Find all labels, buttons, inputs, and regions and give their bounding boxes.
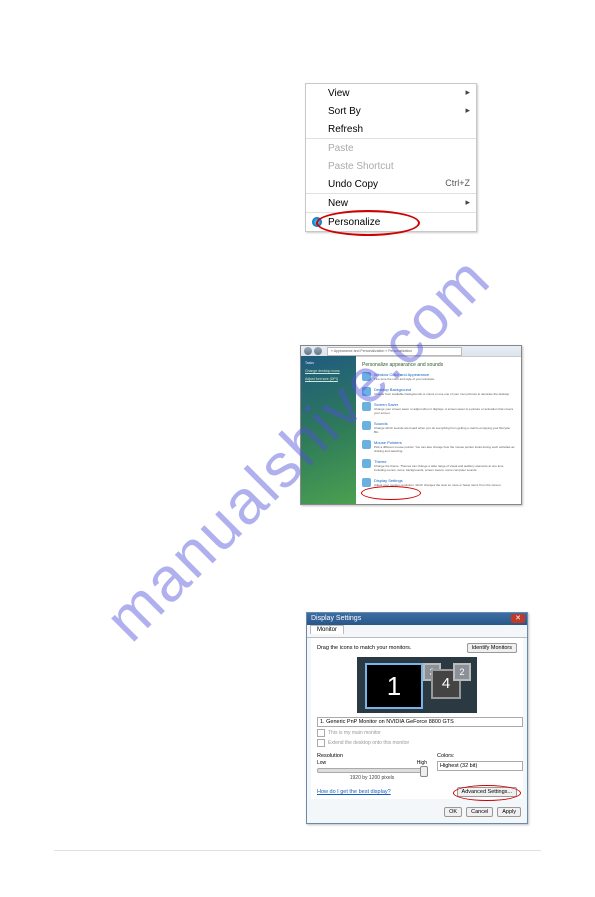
- slider-thumb[interactable]: [420, 766, 428, 777]
- monitor-1[interactable]: 1: [365, 663, 423, 709]
- highlight-circle: [361, 486, 421, 500]
- ok-button[interactable]: OK: [444, 807, 462, 817]
- main-panel: Personalize appearance and sounds Window…: [356, 356, 521, 504]
- checkbox-main-monitor: This is my main monitor: [317, 729, 517, 737]
- forward-button[interactable]: [314, 347, 322, 355]
- menu-new[interactable]: New: [306, 194, 476, 212]
- identify-button[interactable]: Identify Monitors: [467, 643, 517, 653]
- footer-rule: [54, 850, 541, 851]
- panel-heading: Personalize appearance and sounds: [362, 362, 515, 368]
- checkbox-icon: [317, 739, 325, 747]
- screensaver-icon: [362, 402, 371, 411]
- menu-label: Undo Copy: [328, 179, 378, 190]
- theme-icon: [362, 459, 371, 468]
- colors-label: Colors:: [437, 753, 517, 759]
- sidebar-header: Tasks: [305, 361, 314, 365]
- display-settings-dialog: Display Settings ✕ Monitor Drag the icon…: [306, 612, 528, 824]
- item-mouse[interactable]: Mouse PointersPick a different mouse poi…: [362, 440, 515, 453]
- highlight-circle: [316, 210, 420, 236]
- menu-label: Paste: [328, 143, 354, 154]
- menu-paste-shortcut: Paste Shortcut: [306, 157, 476, 175]
- sidebar-link[interactable]: Change desktop icons: [305, 368, 352, 374]
- checkbox-extend: Extend the desktop onto this monitor: [317, 739, 517, 747]
- address-bar[interactable]: « Appearance and Personalization » Perso…: [327, 347, 462, 356]
- sound-icon: [362, 421, 371, 430]
- shortcut-label: Ctrl+Z: [445, 178, 470, 188]
- low-label: Low: [317, 760, 326, 766]
- help-link[interactable]: How do I get the best display?: [317, 789, 391, 795]
- personalization-window: « Appearance and Personalization » Perso…: [300, 345, 522, 505]
- sidebar-link[interactable]: Adjust font size (DPI): [305, 376, 352, 382]
- tab-monitor[interactable]: Monitor: [310, 625, 344, 634]
- close-button[interactable]: ✕: [511, 614, 525, 623]
- menu-label: Refresh: [328, 124, 363, 135]
- menu-label: Paste Shortcut: [328, 161, 394, 172]
- menu-paste: Paste: [306, 139, 476, 157]
- item-desktop-bg[interactable]: Desktop BackgroundChoose from available …: [362, 387, 515, 396]
- checkbox-icon: [317, 729, 325, 737]
- highlight-circle: [453, 785, 521, 801]
- color-select[interactable]: Highest (32 bit): [437, 761, 523, 771]
- menu-personalize[interactable]: Personalize: [306, 213, 476, 231]
- mouse-icon: [362, 440, 371, 449]
- monitor-2[interactable]: 2: [453, 663, 471, 681]
- monitor-arrange-area[interactable]: 1 3 4 2: [357, 657, 477, 713]
- theme-icon: [362, 372, 371, 381]
- item-sounds[interactable]: SoundsChange which sounds are heard when…: [362, 421, 515, 434]
- resolution-slider[interactable]: [317, 768, 427, 773]
- apply-button[interactable]: Apply: [497, 807, 521, 817]
- dialog-footer: OK Cancel Apply: [307, 803, 527, 821]
- monitor-icon: [362, 478, 371, 487]
- monitor-select[interactable]: 1. Generic PnP Monitor on NVIDIA GeForce…: [317, 717, 523, 727]
- menu-label: View: [328, 88, 350, 99]
- menu-undo-copy[interactable]: Undo Copy Ctrl+Z: [306, 175, 476, 193]
- item-screen-saver[interactable]: Screen SaverChange your screen saver or …: [362, 402, 515, 415]
- menu-view[interactable]: View: [306, 84, 476, 102]
- item-window-color[interactable]: Window Color and AppearanceFine tune the…: [362, 372, 515, 381]
- back-button[interactable]: [304, 347, 312, 355]
- dialog-title: Display Settings ✕: [307, 613, 527, 625]
- current-resolution: 1920 by 1200 pixels: [317, 775, 427, 781]
- nav-buttons: [304, 347, 322, 355]
- cancel-button[interactable]: Cancel: [466, 807, 493, 817]
- image-icon: [362, 387, 371, 396]
- menu-label: Sort By: [328, 106, 361, 117]
- tab-strip: Monitor: [307, 625, 527, 638]
- menu-sort-by[interactable]: Sort By: [306, 102, 476, 120]
- resolution-label: Resolution: [317, 753, 427, 759]
- drag-hint: Drag the icons to match your monitors.: [317, 645, 411, 651]
- menu-label: New: [328, 198, 348, 209]
- sidebar: Tasks Change desktop icons Adjust font s…: [301, 356, 356, 504]
- item-theme[interactable]: ThemeChange the theme. Themes can change…: [362, 459, 515, 472]
- desktop-context-menu: View Sort By Refresh Paste Paste Shortcu…: [305, 83, 477, 232]
- menu-refresh[interactable]: Refresh: [306, 120, 476, 138]
